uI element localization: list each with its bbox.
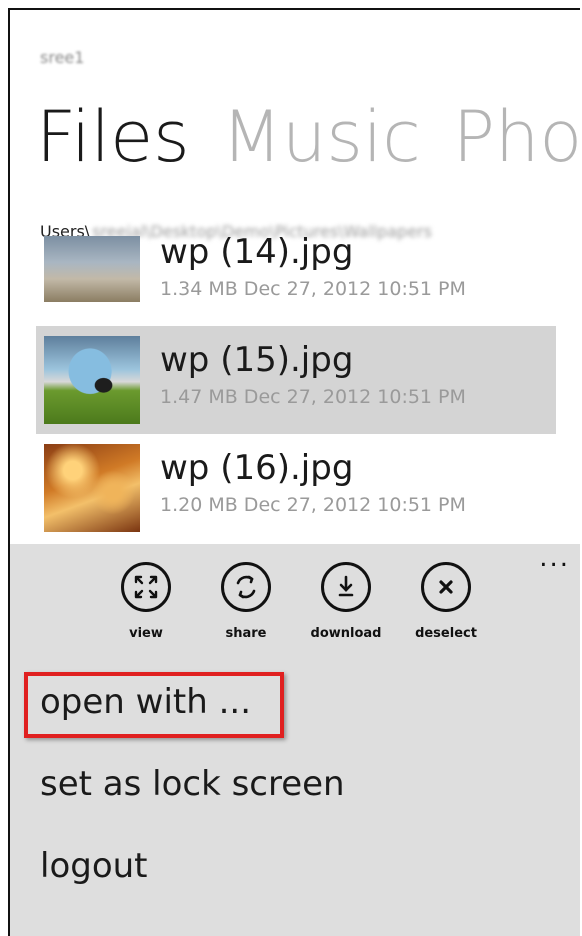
- file-thumbnail: [44, 336, 140, 424]
- file-list: wp (14).jpg 1.34 MB Dec 27, 2012 10:51 P…: [36, 232, 556, 542]
- menu-item-lock-screen[interactable]: set as lock screen: [40, 764, 345, 846]
- download-label: download: [310, 626, 382, 641]
- account-name: sree1: [40, 48, 85, 67]
- share-label: share: [225, 626, 267, 641]
- file-name: wp (15).jpg: [160, 340, 354, 380]
- download-button[interactable]: download: [296, 562, 396, 641]
- view-label: view: [129, 626, 163, 641]
- list-item[interactable]: wp (15).jpg 1.47 MB Dec 27, 2012 10:51 P…: [36, 326, 556, 434]
- app-bar-menu: open with ... set as lock screen logout: [40, 682, 345, 928]
- menu-item-logout[interactable]: logout: [40, 846, 345, 928]
- tab-photos[interactable]: Photos: [453, 96, 580, 178]
- file-thumbnail: [44, 236, 140, 302]
- file-meta: 1.20 MB Dec 27, 2012 10:51 PM: [160, 494, 466, 516]
- file-name: wp (14).jpg: [160, 232, 354, 272]
- tab-music[interactable]: Music: [222, 96, 421, 178]
- tab-files[interactable]: Files: [36, 96, 190, 178]
- file-meta: 1.47 MB Dec 27, 2012 10:51 PM: [160, 386, 466, 408]
- list-item[interactable]: wp (14).jpg 1.34 MB Dec 27, 2012 10:51 P…: [36, 232, 556, 326]
- pivot-header: Files Music Photos: [36, 92, 580, 182]
- file-name: wp (16).jpg: [160, 448, 354, 488]
- expand-icon: [121, 562, 171, 612]
- close-icon: [421, 562, 471, 612]
- view-button[interactable]: view: [96, 562, 196, 641]
- file-thumbnail: [44, 444, 140, 532]
- file-meta: 1.34 MB Dec 27, 2012 10:51 PM: [160, 278, 466, 300]
- download-icon: [321, 562, 371, 612]
- list-item[interactable]: wp (16).jpg 1.20 MB Dec 27, 2012 10:51 P…: [36, 434, 556, 542]
- share-button[interactable]: share: [196, 562, 296, 641]
- deselect-button[interactable]: deselect: [396, 562, 496, 641]
- menu-item-open-with[interactable]: open with ...: [40, 682, 345, 764]
- share-icon: [221, 562, 271, 612]
- app-bar: ... view share download deselect open wi…: [10, 544, 580, 936]
- phone-screen: sree1 FilesMusicPhotos Users\sreejal\Des…: [8, 8, 580, 936]
- more-button[interactable]: ...: [539, 545, 570, 571]
- deselect-label: deselect: [415, 626, 477, 641]
